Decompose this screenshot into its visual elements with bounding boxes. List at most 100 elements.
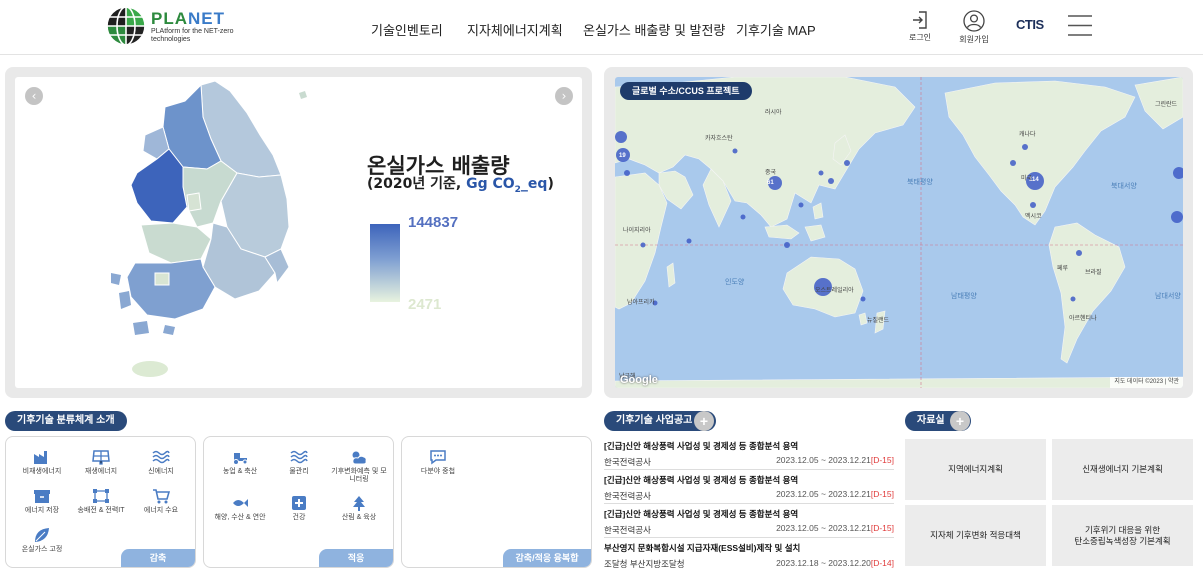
ghg-legend-min: 2471: [408, 296, 442, 313]
country-label: 뉴질랜드: [867, 318, 890, 324]
waves-icon: [152, 450, 170, 464]
factory-icon: [34, 451, 47, 464]
nav-local-energy-plan[interactable]: 지자체에너지계획: [467, 20, 563, 39]
tractor-icon: [233, 453, 248, 465]
user-icon: [963, 10, 985, 32]
category-climate-forecast[interactable]: 기후변화예측 및 모니터링: [329, 449, 389, 484]
category-health[interactable]: 건강: [269, 495, 329, 522]
network-icon: [93, 489, 109, 503]
country-label: 멕시코: [1025, 214, 1042, 220]
nav-climate-tech-map[interactable]: 기후기술 MAP: [736, 20, 816, 39]
notice-date: 2023.12.05 ~ 2023.12.21[D-15]: [776, 523, 894, 533]
map-next-button[interactable]: ›: [555, 87, 573, 105]
library-item-regional-energy[interactable]: 지역에너지계획: [905, 439, 1046, 500]
country-label: 남아프리카: [627, 300, 655, 306]
country-label: 그린란드: [1155, 102, 1178, 108]
category-agriculture[interactable]: 농업 & 축산: [210, 449, 270, 476]
globe-logo-icon: [106, 6, 146, 46]
ghg-subtitle: (2020년 기준, Gg CO2_eq): [367, 176, 554, 195]
country-label: 러시아: [765, 110, 782, 116]
map-terms-link[interactable]: 약관: [1168, 379, 1179, 385]
category-energy-storage[interactable]: 에너지 저장: [12, 488, 72, 515]
speech-bubble-icon: [430, 450, 446, 465]
category-tag-convergence[interactable]: 감축/적응 융복합: [503, 549, 591, 567]
category-ghg-fixation[interactable]: 온실가스 고정: [12, 527, 72, 554]
country-label: 미국: [1021, 176, 1033, 182]
category-water-management[interactable]: 물관리: [269, 449, 329, 476]
country-label: 페루: [1057, 266, 1069, 272]
login-icon: [913, 11, 927, 29]
hamburger-menu-icon[interactable]: [1068, 15, 1092, 36]
world-map-land: [615, 77, 1183, 388]
category-energy-demand[interactable]: 에너지 수요: [131, 488, 191, 515]
ghg-legend-max: 144837: [408, 214, 459, 231]
notice-title: [긴급]신안 해상풍력 사업성 및 경제성 등 종합분석 용역: [604, 441, 799, 451]
map-attribution: 지도 데이터 ©2023 | 약관: [1110, 377, 1183, 388]
country-label: 중국: [765, 170, 777, 176]
ocean-label: 북대서양: [1111, 183, 1137, 190]
header: PLANET PLAtform for the NET-zero technol…: [0, 0, 1203, 55]
library-item-renewable-plan[interactable]: 신재생에너지 기본계획: [1052, 439, 1193, 500]
country-label: 오스트레일리아: [815, 288, 854, 294]
category-renewable[interactable]: 재생에너지: [71, 449, 131, 476]
notice-date: 2023.12.18 ~ 2023.12.20[D-14]: [776, 558, 894, 568]
category-power-grid[interactable]: 송배전 & 전력IT: [71, 488, 131, 515]
cluster-value: 61: [767, 180, 774, 186]
cart-icon: [153, 489, 170, 504]
nav-ghg-emissions[interactable]: 온실가스 배출량 및 발전량: [583, 20, 725, 39]
medical-cross-icon: [292, 496, 306, 510]
planet-logo[interactable]: PLANET PLAtform for the NET-zero technol…: [106, 6, 256, 48]
ocean-label: 남태평양: [951, 293, 977, 300]
category-tag-adaptation[interactable]: 적응: [319, 549, 393, 567]
library-more-button[interactable]: +: [950, 411, 970, 431]
notice-title: [긴급]신안 해상풍력 사업성 및 경제성 등 종합분석 용역: [604, 475, 799, 485]
category-multidisciplinary[interactable]: 다분야 중첩: [408, 449, 468, 476]
country-label: 캐나다: [1019, 132, 1036, 138]
classification-title[interactable]: 기후기술 분류체계 소개: [5, 411, 127, 431]
signup-label: 회원가입: [959, 35, 989, 44]
ocean-label: 북태평양: [907, 179, 933, 186]
signup-button[interactable]: 회원가입: [955, 10, 993, 45]
cluster-value: 19: [619, 153, 626, 159]
country-label: 아르헨티나: [1069, 316, 1097, 322]
notice-date: 2023.12.05 ~ 2023.12.21[D-15]: [776, 489, 894, 499]
ctis-link[interactable]: CTIS: [1016, 17, 1044, 32]
korea-choropleth-map[interactable]: [15, 77, 582, 388]
country-label: 카자흐스탄: [705, 136, 733, 142]
notice-title: [긴급]신안 해상풍력 사업성 및 경제성 등 종합분석 용역: [604, 509, 799, 519]
map-data-credit[interactable]: 지도 데이터 ©2023: [1114, 379, 1163, 385]
water-waves-icon: [290, 450, 308, 464]
notice-item[interactable]: 부산영지 문화복합시설 지급자재(ESS설비)제작 및 설치 조달청 부산지방조…: [604, 542, 894, 572]
solar-panel-icon: [92, 450, 110, 465]
country-label: 나이지리아: [623, 228, 651, 234]
notice-item[interactable]: [긴급]신안 해상풍력 사업성 및 경제성 등 종합분석 용역 한국전력공사 2…: [604, 508, 894, 538]
library-item-adaptation-plan[interactable]: 지자체 기후변화 적응대책: [905, 505, 1046, 566]
ocean-label: 인도양: [725, 279, 745, 286]
category-forest[interactable]: 산림 & 육상: [329, 495, 389, 522]
map-prev-button[interactable]: ‹: [25, 87, 43, 105]
category-box-adaptation: 농업 & 축산 물관리 기후변화예측 및 모니터링 해양, 수산 & 연안 건강…: [203, 436, 394, 568]
login-button[interactable]: 로그인: [905, 10, 935, 43]
nav-tech-inventory[interactable]: 기술인벤토리: [371, 20, 443, 39]
notice-item[interactable]: [긴급]신안 해상풍력 사업성 및 경제성 등 종합분석 용역 한국전력공사 2…: [604, 474, 894, 504]
google-logo: Google: [620, 374, 658, 386]
global-project-label: 글로벌 수소/CCUS 프로젝트: [620, 82, 752, 100]
category-new-energy[interactable]: 신에너지: [131, 449, 191, 476]
world-map[interactable]: 글로벌 수소/CCUS 프로젝트 61 114 19 북태평양 북대서양 인도양…: [615, 77, 1183, 388]
library-item-carbon-neutral-plan[interactable]: 기후위기 대응을 위한 탄소중립녹색성장 기본계획: [1052, 505, 1193, 566]
notice-item[interactable]: [긴급]신안 해상풍력 사업성 및 경제성 등 종합분석 용역 한국전력공사 2…: [604, 440, 894, 470]
notices-more-button[interactable]: +: [694, 411, 714, 431]
notice-title: 부산영지 문화복합시설 지급자재(ESS설비)제작 및 설치: [604, 543, 801, 553]
logo-tagline: PLAtform for the NET-zero technologies: [151, 28, 234, 43]
leaf-icon: [35, 528, 49, 542]
ghg-map-area: ‹ ›: [15, 77, 582, 388]
storage-box-icon: [34, 490, 50, 503]
weather-icon: [352, 451, 367, 465]
logo-name: PLANET: [151, 9, 225, 28]
category-non-renewable[interactable]: 비재생에너지: [12, 449, 72, 476]
category-tag-mitigation[interactable]: 감축: [121, 549, 195, 567]
country-label: 브라질: [1085, 270, 1102, 276]
category-marine[interactable]: 해양, 수산 & 연안: [210, 495, 270, 522]
login-label: 로그인: [908, 33, 932, 42]
category-box-mitigation: 비재생에너지 재생에너지 신에너지 에너지 저장 송배전 & 전력IT 에너지 …: [5, 436, 196, 568]
